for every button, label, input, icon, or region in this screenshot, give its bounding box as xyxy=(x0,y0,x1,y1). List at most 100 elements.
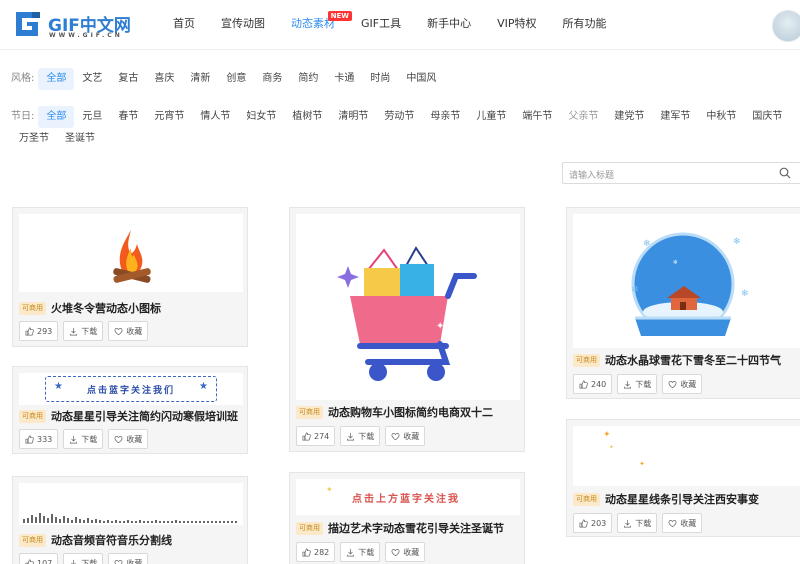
search-icon[interactable] xyxy=(779,167,791,179)
card-title[interactable]: 动态星星引导关注简约闪动寒假培训班 xyxy=(51,408,238,424)
card-title[interactable]: 动态购物车小图标简约电商双十二 xyxy=(328,404,493,420)
card-title[interactable]: 动态音频音符音乐分割线 xyxy=(51,532,172,548)
download-button[interactable]: 下载 xyxy=(617,374,658,394)
card-title[interactable]: 火堆冬令营动态小图标 xyxy=(51,300,161,316)
logo-subtext: WWW.GIF.CN xyxy=(49,32,123,39)
download-button[interactable]: 下载 xyxy=(617,513,658,533)
download-label: 下载 xyxy=(81,558,98,564)
nav-home[interactable]: 首页 xyxy=(160,0,208,50)
nav-promo-gifs[interactable]: 宣传动图 xyxy=(208,0,278,50)
collect-button[interactable]: 收藏 xyxy=(385,542,426,562)
collect-button[interactable]: 收藏 xyxy=(385,426,426,446)
holiday-chip[interactable]: 劳动节 xyxy=(376,106,422,128)
like-count: 203 xyxy=(591,518,607,528)
holiday-chip[interactable]: 全部 xyxy=(38,106,75,128)
site-logo[interactable]: GIF中文网 WWW.GIF.CN xyxy=(12,8,144,42)
holiday-chip[interactable]: 母亲节 xyxy=(422,106,468,128)
style-chip[interactable]: 中国风 xyxy=(398,68,444,90)
card-title[interactable]: 描边艺术字动态雪花引导关注圣诞节 xyxy=(328,520,504,536)
like-count: 333 xyxy=(37,434,53,444)
commercial-tag: 可商用 xyxy=(19,409,46,423)
like-button[interactable]: 203 xyxy=(573,513,613,533)
asset-card[interactable]: ★ 点击蓝字关注我们 ★ 可商用 动态星星引导关注简约闪动寒假培训班 333 下… xyxy=(12,366,248,454)
holiday-chip[interactable]: 端午节 xyxy=(514,106,560,128)
nav-beginner-center[interactable]: 新手中心 xyxy=(414,0,484,50)
download-button[interactable]: 下载 xyxy=(340,426,381,446)
asset-card[interactable]: ❄ ❄ ❄ ❄ ❄ 可商用 动态水晶球雪花下雪冬至二十四节气 240 下载 收藏 xyxy=(566,207,800,399)
holiday-chip[interactable]: 情人节 xyxy=(192,106,238,128)
nav-vip[interactable]: VIP特权 xyxy=(484,0,549,50)
holiday-filter: 节日: 全部 元旦 春节 元宵节 情人节 妇女节 植树节 清明节 劳动节 母亲节… xyxy=(11,106,800,150)
asset-card[interactable]: ✦ ✦ ✦ 可商用 动态星星线条引导关注西安事变 203 下载 收藏 xyxy=(566,419,800,537)
asset-card[interactable]: ✦ 可商用 动态购物车小图标简约电商双十二 274 下载 收藏 xyxy=(289,207,525,452)
download-button[interactable]: 下载 xyxy=(63,429,104,449)
card-title[interactable]: 动态水晶球雪花下雪冬至二十四节气 xyxy=(605,352,781,368)
holiday-chip[interactable]: 万圣节 xyxy=(11,128,57,150)
thumbs-up-icon xyxy=(302,432,311,440)
holiday-chip[interactable]: 建军节 xyxy=(652,106,698,128)
holiday-chip[interactable]: 儿童节 xyxy=(468,106,514,128)
nav-all-features[interactable]: 所有功能 xyxy=(550,0,620,50)
style-chip[interactable]: 时尚 xyxy=(362,68,398,90)
style-chip[interactable]: 文艺 xyxy=(74,68,110,90)
user-avatar[interactable] xyxy=(772,10,800,42)
card-thumbnail[interactable]: ✦ xyxy=(296,214,520,400)
like-button[interactable]: 274 xyxy=(296,426,336,446)
asset-card[interactable]: 可商用 火堆冬令营动态小图标 293 下载 收藏 xyxy=(12,207,248,347)
holiday-chip[interactable]: 春节 xyxy=(110,106,146,128)
style-chip[interactable]: 喜庆 xyxy=(146,68,182,90)
card-title-row: 可商用 动态音频音符音乐分割线 xyxy=(19,532,172,548)
holiday-chip[interactable]: 元旦 xyxy=(74,106,110,128)
card-thumbnail[interactable] xyxy=(19,483,243,525)
download-button[interactable]: 下载 xyxy=(340,542,381,562)
collect-label: 收藏 xyxy=(126,558,143,564)
style-chip[interactable]: 创意 xyxy=(218,68,254,90)
nav-dynamic-assets[interactable]: 动态素材 NEW xyxy=(278,0,352,50)
nav-gif-tools[interactable]: GIF工具 xyxy=(348,0,414,50)
holiday-chip[interactable]: 妇女节 xyxy=(238,106,284,128)
like-button[interactable]: 107 xyxy=(19,553,59,564)
card-title-row: 可商用 动态水晶球雪花下雪冬至二十四节气 xyxy=(573,352,781,368)
card-thumbnail[interactable]: ✦ ✦ ✦ xyxy=(573,426,800,486)
card-thumbnail[interactable]: ✦ 点击上方蓝字关注我 xyxy=(296,479,520,515)
style-chip[interactable]: 简约 xyxy=(290,68,326,90)
search-input[interactable] xyxy=(563,166,763,186)
page: GIF中文网 WWW.GIF.CN 首页 宣传动图 动态素材 NEW GIF工具… xyxy=(0,0,800,564)
style-chip[interactable]: 清新 xyxy=(182,68,218,90)
holiday-chip[interactable]: 元宵节 xyxy=(146,106,192,128)
search-box xyxy=(562,162,800,186)
card-thumbnail[interactable] xyxy=(19,214,243,292)
holiday-chip[interactable]: 中秋节 xyxy=(698,106,744,128)
holiday-chip[interactable]: 植树节 xyxy=(284,106,330,128)
card-thumbnail[interactable]: ★ 点击蓝字关注我们 ★ xyxy=(19,373,243,405)
like-button[interactable]: 293 xyxy=(19,321,59,341)
like-count: 282 xyxy=(314,547,330,557)
style-chip[interactable]: 商务 xyxy=(254,68,290,90)
download-button[interactable]: 下载 xyxy=(63,321,104,341)
card-title[interactable]: 动态星星线条引导关注西安事变 xyxy=(605,491,759,507)
asset-card[interactable]: ✦ 点击上方蓝字关注我 可商用 描边艺术字动态雪花引导关注圣诞节 282 下载 … xyxy=(289,472,525,564)
holiday-chip[interactable]: 国庆节 xyxy=(744,106,790,128)
style-chip[interactable]: 全部 xyxy=(38,68,75,90)
card-actions: 203 下载 收藏 xyxy=(573,513,707,533)
asset-card[interactable]: 可商用 动态音频音符音乐分割线 107 下载 收藏 xyxy=(12,476,248,564)
collect-button[interactable]: 收藏 xyxy=(662,513,703,533)
like-button[interactable]: 333 xyxy=(19,429,59,449)
heart-icon xyxy=(391,548,400,556)
holiday-chip[interactable]: 父亲节 xyxy=(560,106,606,128)
card-thumbnail[interactable]: ❄ ❄ ❄ ❄ ❄ xyxy=(573,214,800,348)
shopping-cart-icon: ✦ xyxy=(337,246,477,381)
like-button[interactable]: 282 xyxy=(296,542,336,562)
holiday-chip[interactable]: 建党节 xyxy=(606,106,652,128)
collect-button[interactable]: 收藏 xyxy=(108,429,149,449)
like-button[interactable]: 240 xyxy=(573,374,613,394)
collect-button[interactable]: 收藏 xyxy=(662,374,703,394)
snow-globe-icon: ❄ ❄ ❄ ❄ ❄ xyxy=(631,232,749,336)
collect-button[interactable]: 收藏 xyxy=(108,321,149,341)
download-button[interactable]: 下载 xyxy=(63,553,104,564)
style-chip[interactable]: 复古 xyxy=(110,68,146,90)
collect-button[interactable]: 收藏 xyxy=(108,553,149,564)
style-chip[interactable]: 卡通 xyxy=(326,68,362,90)
holiday-chip[interactable]: 清明节 xyxy=(330,106,376,128)
holiday-chip[interactable]: 圣诞节 xyxy=(57,128,103,150)
